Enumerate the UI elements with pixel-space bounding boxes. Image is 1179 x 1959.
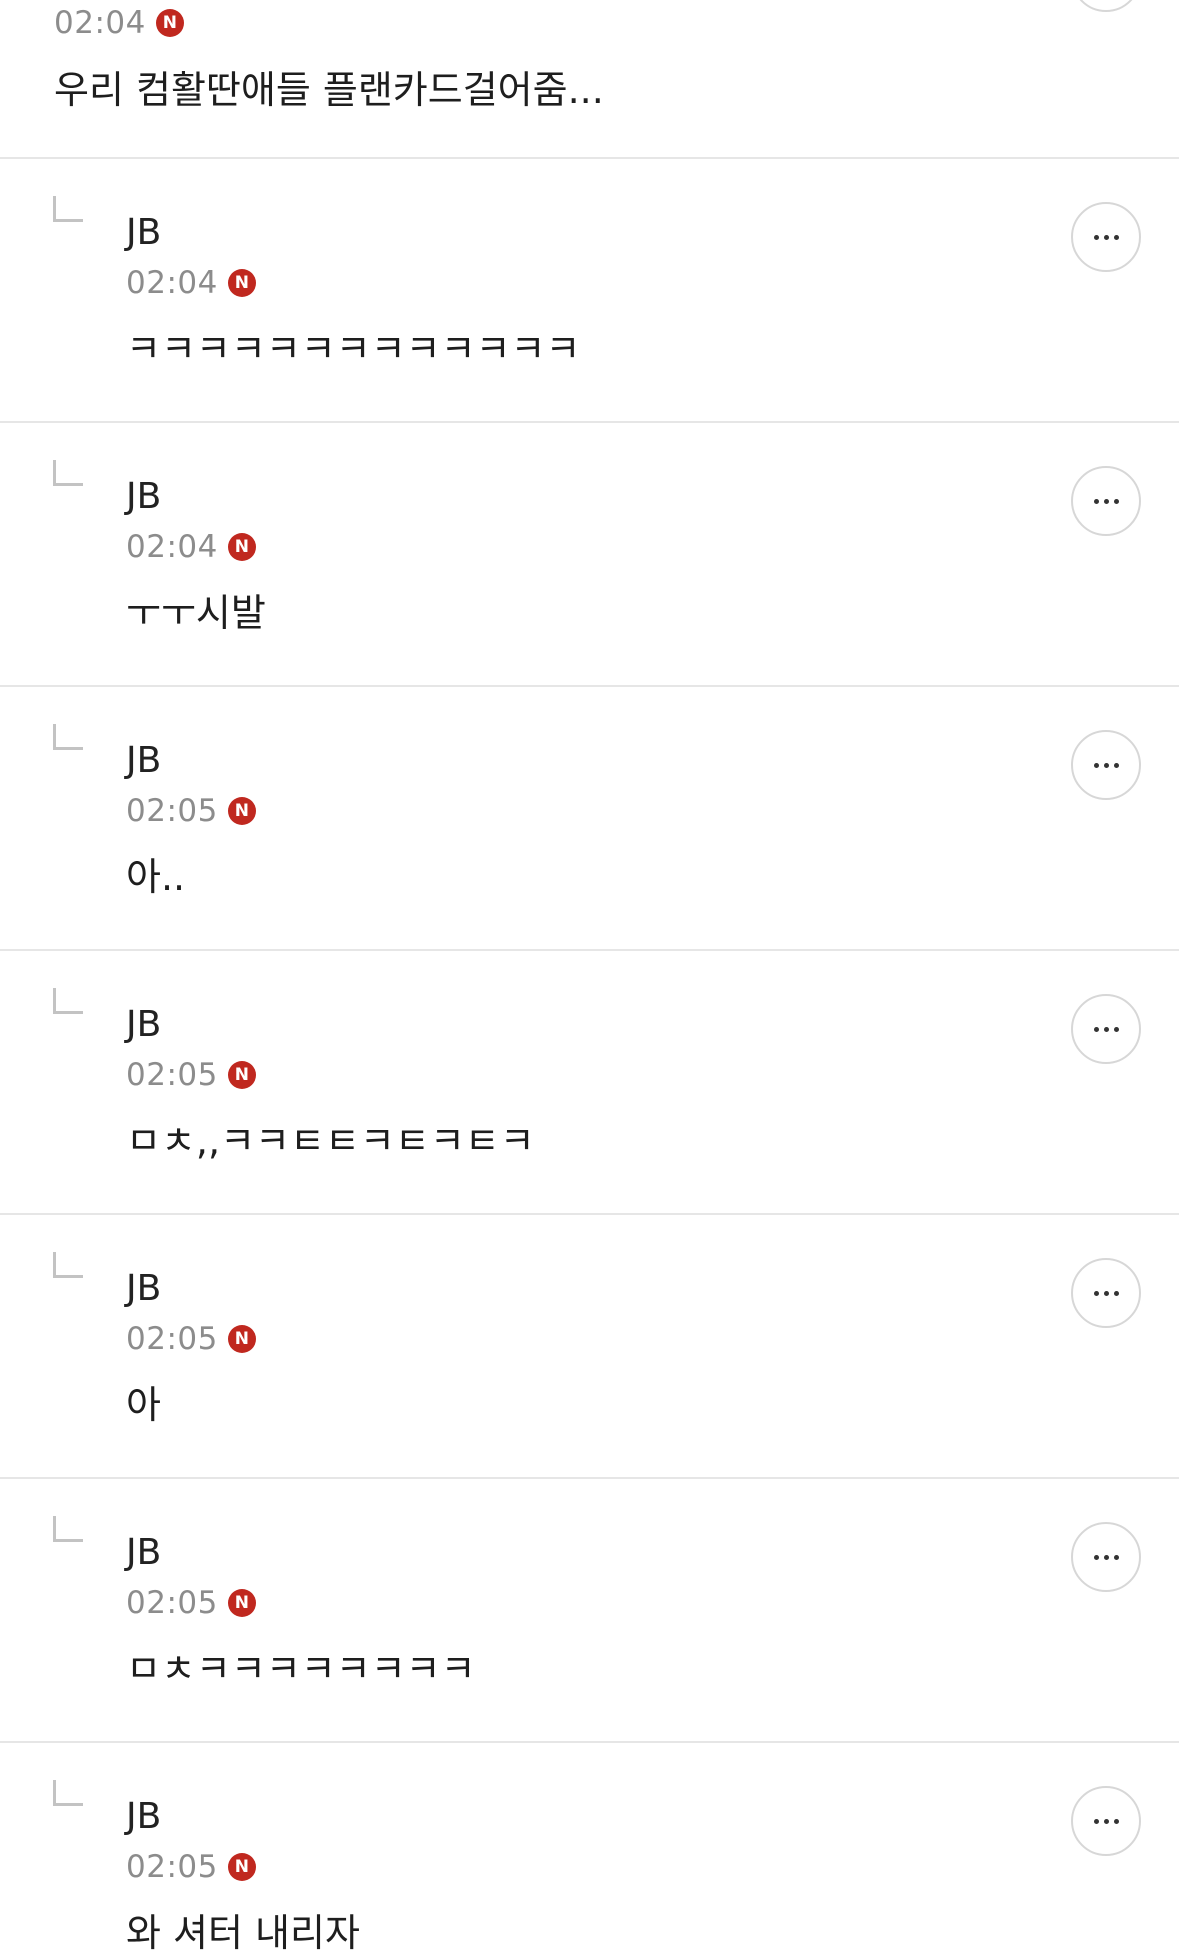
reply-arrow-icon [53,724,83,750]
more-options-icon [1093,234,1119,240]
reply-time: 02:04 [126,529,218,565]
reply-item: JB 02:05 N ㅁㅊ,,ㅋㅋㅌㅌㅋㅌㅋㅌㅋ [0,951,1179,1215]
more-options-button[interactable] [1071,730,1141,800]
reply-author[interactable]: JB [126,1531,161,1575]
comment-meta: 02:04 N [54,3,184,43]
reply-arrow-icon [53,460,83,486]
reply-arrow-icon [53,1516,83,1542]
comment-item: 02:04 N 우리 컴활딴애들 플랜카드걸어줌... [0,0,1179,159]
more-options-button[interactable] [1071,1258,1141,1328]
new-badge: N [155,9,184,37]
reply-time: 02:05 [126,1321,218,1357]
more-options-button[interactable] [1071,994,1141,1064]
more-options-icon [1093,1290,1119,1296]
reply-time: 02:04 [126,265,218,301]
new-badge: N [227,1589,256,1617]
reply-arrow-icon [53,196,83,222]
comment-text: 우리 컴활딴애들 플랜카드걸어줌... [54,68,604,112]
reply-time: 02:05 [126,793,218,829]
more-options-button[interactable] [1071,1786,1141,1856]
reply-meta: 02:04 N [126,263,256,303]
reply-author[interactable]: JB [126,1003,161,1047]
more-options-icon [1093,1026,1119,1032]
reply-text: 아 [126,1383,161,1427]
reply-item: JB 02:05 N 아.. [0,687,1179,951]
reply-author[interactable]: JB [126,211,161,255]
reply-author[interactable]: JB [126,739,161,783]
reply-item: JB 02:04 N ㅋㅋㅋㅋㅋㅋㅋㅋㅋㅋㅋㅋㅋ [0,159,1179,423]
more-options-button[interactable] [1071,202,1141,272]
more-options-icon [1093,762,1119,768]
new-badge: N [227,533,256,561]
reply-meta: 02:05 N [126,1847,256,1887]
reply-arrow-icon [53,988,83,1014]
reply-time: 02:05 [126,1849,218,1885]
new-badge: N [227,1061,256,1089]
reply-text: ㅜㅜ시발 [126,591,266,635]
new-badge: N [227,1853,256,1881]
reply-author[interactable]: JB [126,475,161,519]
reply-time: 02:05 [126,1057,218,1093]
more-options-icon [1093,1554,1119,1560]
reply-meta: 02:05 N [126,1319,256,1359]
reply-text: 아.. [126,855,186,899]
reply-time: 02:05 [126,1585,218,1621]
more-options-button[interactable] [1071,1522,1141,1592]
reply-author[interactable]: JB [126,1267,161,1311]
reply-arrow-icon [53,1780,83,1806]
reply-item: JB 02:05 N 아 [0,1215,1179,1479]
reply-text: ㅁㅊ,,ㅋㅋㅌㅌㅋㅌㅋㅌㅋ [126,1119,535,1163]
new-badge: N [227,1325,256,1353]
reply-meta: 02:05 N [126,1055,256,1095]
new-badge: N [227,269,256,297]
reply-text: ㅋㅋㅋㅋㅋㅋㅋㅋㅋㅋㅋㅋㅋ [126,327,581,371]
reply-author[interactable]: JB [126,1795,161,1839]
reply-item: JB 02:05 N ㅁㅊㅋㅋㅋㅋㅋㅋㅋㅋ [0,1479,1179,1743]
reply-meta: 02:05 N [126,1583,256,1623]
reply-item: JB 02:05 N 와 셔터 내리자 [0,1743,1179,1958]
more-options-icon [1093,1818,1119,1824]
comment-time: 02:04 [54,5,146,41]
reply-arrow-icon [53,1252,83,1278]
reply-text: 와 셔터 내리자 [126,1911,360,1955]
reply-meta: 02:04 N [126,527,256,567]
reply-item: JB 02:04 N ㅜㅜ시발 [0,423,1179,687]
more-options-button[interactable] [1071,466,1141,536]
reply-meta: 02:05 N [126,791,256,831]
more-options-button[interactable] [1071,0,1141,12]
new-badge: N [227,797,256,825]
reply-text: ㅁㅊㅋㅋㅋㅋㅋㅋㅋㅋ [126,1647,476,1691]
more-options-icon [1093,498,1119,504]
